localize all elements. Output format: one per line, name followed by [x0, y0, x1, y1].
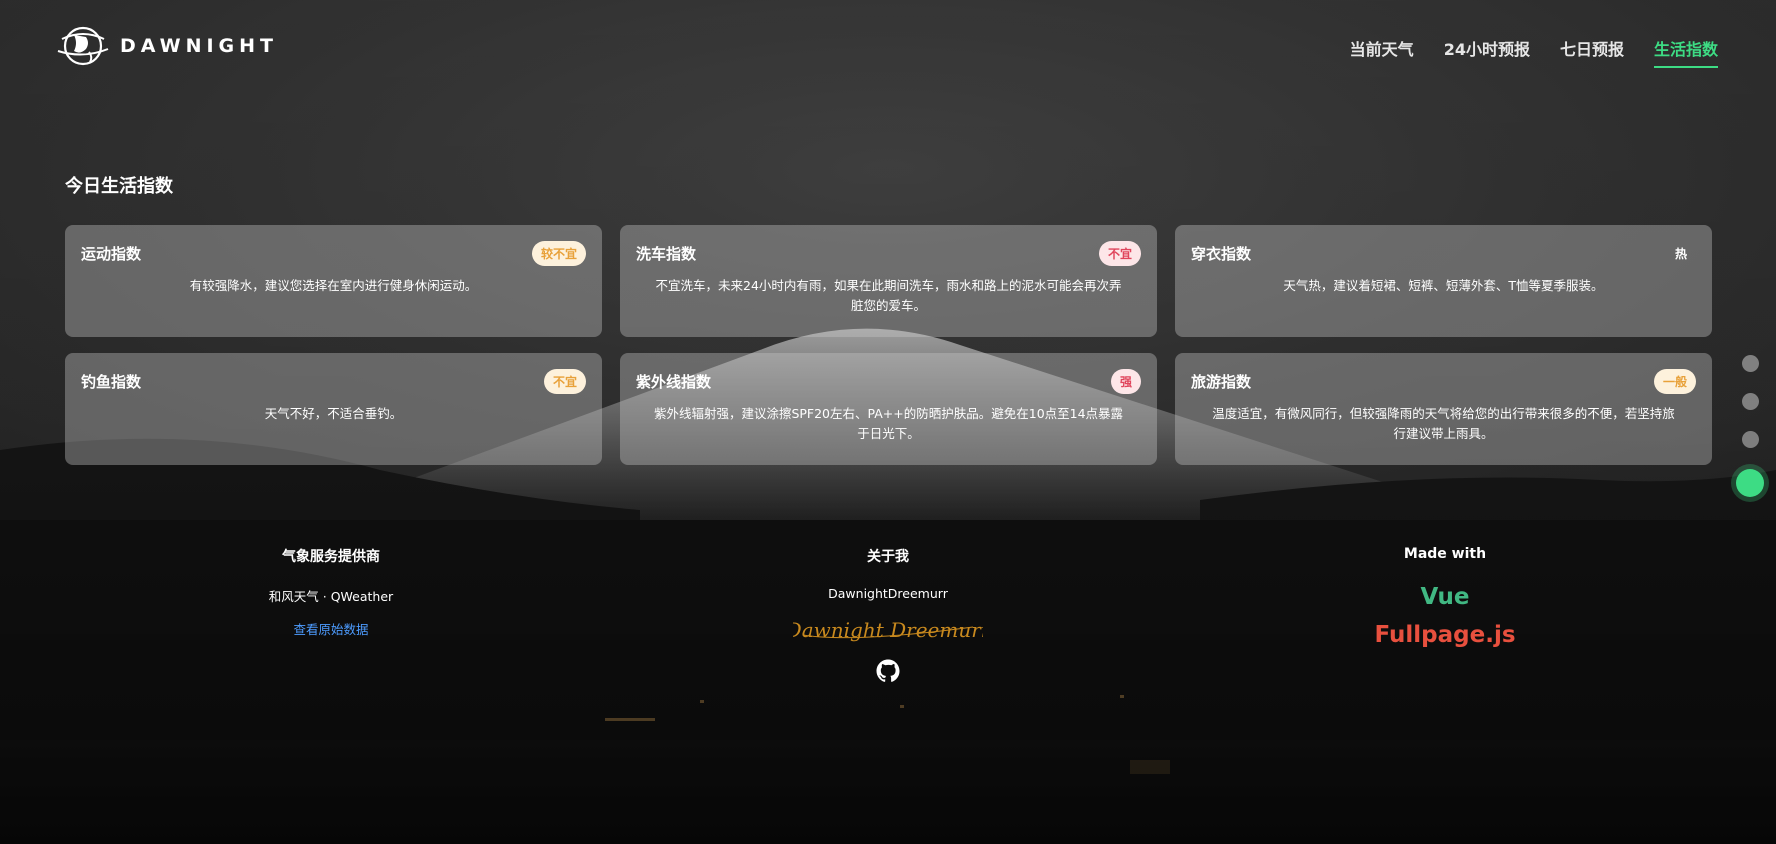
- card-title: 旅游指数: [1191, 373, 1252, 391]
- svg-text:Dawnight Dreemurr: Dawnight Dreemurr: [793, 618, 983, 642]
- main-nav: 当前天气 24小时预报 七日预报 生活指数: [1350, 36, 1718, 68]
- level-badge: 强: [1110, 369, 1141, 394]
- provider-heading: 气象服务提供商: [282, 549, 380, 565]
- footer-made-with: Made with Vue Fullpage.js: [1295, 546, 1595, 648]
- card-dressing-index: 穿衣指数 热 天气热，建议着短裙、短裤、短薄外套、T恤等夏季服装。: [1175, 225, 1712, 337]
- author-name: DawnightDreemurr: [828, 586, 948, 601]
- card-description: 温度适宜，有微风同行，但较强降雨的天气将给您的出行带来很多的不便，若坚持旅行建议…: [1212, 406, 1675, 441]
- card-carwash-index: 洗车指数 不宜 不宜洗车，未来24小时内有雨，如果在此期间洗车，雨水和路上的泥水…: [620, 225, 1157, 337]
- level-badge: 一般: [1653, 369, 1696, 394]
- site-logo[interactable]: DAWNIGHT: [56, 25, 278, 67]
- level-badge: 较不宜: [531, 241, 586, 266]
- github-icon[interactable]: [876, 659, 900, 683]
- life-index-cards: 运动指数 较不宜 有较强降水，建议您选择在室内进行健身休闲运动。 洗车指数 不宜…: [65, 225, 1712, 465]
- nav-life-index[interactable]: 生活指数: [1653, 36, 1718, 68]
- nav-24h-forecast[interactable]: 24小时预报: [1444, 36, 1530, 68]
- card-uv-index: 紫外线指数 强 紫外线辐射强，建议涂擦SPF20左右、PA++的防晒护肤品。避免…: [620, 353, 1157, 465]
- level-badge: 热: [1674, 247, 1687, 261]
- card-description: 紫外线辐射强，建议涂擦SPF20左右、PA++的防晒护肤品。避免在10点至14点…: [653, 406, 1124, 441]
- about-heading: 关于我: [867, 549, 909, 565]
- footer-about: 关于我 DawnightDreemurr Dawnight Dreemurr: [738, 546, 1038, 683]
- card-title: 钓鱼指数: [81, 373, 142, 391]
- signature-image: Dawnight Dreemurr: [785, 618, 992, 642]
- card-fishing-index: 钓鱼指数 不宜 天气不好，不适合垂钓。: [65, 353, 602, 465]
- card-title: 穿衣指数: [1191, 245, 1252, 263]
- card-description: 不宜洗车，未来24小时内有雨，如果在此期间洗车，雨水和路上的泥水可能会再次弄脏您…: [655, 278, 1122, 313]
- card-title: 洗车指数: [636, 245, 697, 263]
- footer-provider: 气象服务提供商 和风天气 · QWeather 查看原始数据: [181, 546, 481, 638]
- section-title: 今日生活指数: [65, 176, 173, 197]
- globe-logo-icon: [57, 26, 109, 66]
- nav-7day-forecast[interactable]: 七日预报: [1560, 36, 1624, 68]
- page-dot-2[interactable]: [1741, 393, 1759, 410]
- page-dot-4-active[interactable]: [1736, 469, 1764, 497]
- logo-text: DAWNIGHT: [120, 35, 279, 57]
- card-travel-index: 旅游指数 一般 温度适宜，有微风同行，但较强降雨的天气将给您的出行带来很多的不便…: [1175, 353, 1712, 465]
- level-badge: 不宜: [543, 369, 586, 394]
- card-description: 天气不好，不适合垂钓。: [264, 406, 403, 421]
- nav-current-weather[interactable]: 当前天气: [1350, 36, 1414, 68]
- page-dots: [1736, 355, 1764, 497]
- card-title: 运动指数: [81, 245, 142, 263]
- card-sport-index: 运动指数 较不宜 有较强降水，建议您选择在室内进行健身休闲运动。: [65, 225, 602, 337]
- card-description: 有较强降水，建议您选择在室内进行健身休闲运动。: [189, 278, 478, 293]
- made-with-heading: Made with: [1403, 546, 1487, 562]
- view-raw-data-link[interactable]: 查看原始数据: [181, 619, 481, 638]
- fullpage-logo-text[interactable]: Fullpage.js: [1295, 622, 1595, 648]
- card-title: 紫外线指数: [636, 373, 712, 391]
- vue-logo-text[interactable]: Vue: [1295, 584, 1595, 610]
- page-dot-1[interactable]: [1741, 355, 1759, 372]
- level-badge: 不宜: [1098, 241, 1141, 266]
- page-dot-3[interactable]: [1741, 431, 1759, 448]
- card-description: 天气热，建议着短裙、短裤、短薄外套、T恤等夏季服装。: [1283, 278, 1604, 293]
- provider-name: 和风天气 · QWeather: [268, 589, 394, 604]
